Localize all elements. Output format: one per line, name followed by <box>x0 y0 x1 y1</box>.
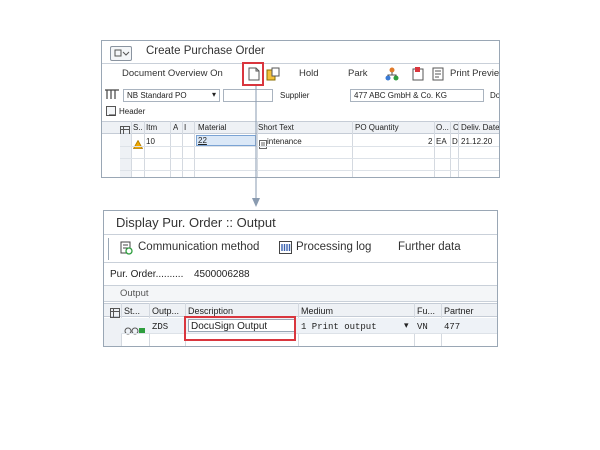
output-section-bar <box>104 285 497 302</box>
col-order-unit[interactable]: O... <box>436 123 449 132</box>
processing-log-button[interactable]: Processing log <box>296 241 371 253</box>
output-section-label: Output <box>120 288 149 299</box>
col-status[interactable]: S.. <box>133 123 143 132</box>
partner-value[interactable]: 477 <box>444 322 460 332</box>
category-value[interactable]: D <box>452 137 458 146</box>
processing-log-icon[interactable] <box>279 241 292 254</box>
tree-toggle-icon[interactable] <box>104 87 120 99</box>
col-description[interactable]: Description <box>188 306 233 316</box>
park-button[interactable]: Park <box>348 68 368 79</box>
col-function[interactable]: Fu... <box>417 306 435 316</box>
po-type-select[interactable]: NB Standard PO ▾ <box>123 89 220 102</box>
col-output-status[interactable]: St... <box>124 306 140 316</box>
deliv-date-value[interactable]: 21.12.20 <box>461 137 492 146</box>
output-title: Display Pur. Order :: Output <box>116 215 276 230</box>
menu-icon[interactable] <box>110 46 132 61</box>
page-title: Create Purchase Order <box>146 45 265 57</box>
quantity-value[interactable]: 2 <box>428 137 432 146</box>
supplier-field[interactable]: 477 ABC GmbH & Co. KG <box>350 89 484 102</box>
col-deliv-date[interactable]: Deliv. Date <box>461 123 499 132</box>
pur-order-value: 4500006288 <box>194 269 250 280</box>
output-row-selector[interactable] <box>104 318 121 346</box>
col-output-type[interactable]: Outp... <box>152 306 179 316</box>
supplier-label: Supplier <box>280 91 310 100</box>
col-item[interactable]: Itm <box>146 123 157 132</box>
po-number-field[interactable] <box>223 89 273 102</box>
communication-icon[interactable] <box>120 241 133 255</box>
print-preview-icon[interactable] <box>432 67 446 81</box>
expand-header-icon[interactable] <box>106 106 116 116</box>
doc-date-label: Do <box>490 91 500 100</box>
output-window: Display Pur. Order :: Output Communicati… <box>103 210 498 347</box>
col-medium[interactable]: Medium <box>301 306 333 316</box>
output-grid-settings-icon[interactable] <box>110 305 120 318</box>
document-overview-button[interactable]: Document Overview On <box>122 68 223 79</box>
other-document-icon[interactable] <box>266 67 280 81</box>
col-material[interactable]: Material <box>198 123 226 132</box>
header-section-label: Header <box>119 107 146 116</box>
output-type-value[interactable]: ZDS <box>152 322 168 332</box>
col-po-quantity[interactable]: PO Quantity <box>355 123 399 132</box>
further-data-button[interactable]: Further data <box>398 241 461 253</box>
create-po-window: Create Purchase Order Document Overview … <box>101 40 500 178</box>
description-highlight <box>184 316 296 341</box>
messages-icon[interactable] <box>411 67 425 81</box>
new-document-highlight <box>242 62 264 86</box>
col-short-text[interactable]: Short Text <box>258 123 294 132</box>
row-selector-column[interactable] <box>120 134 131 177</box>
communication-method-button[interactable]: Communication method <box>138 241 259 253</box>
col-partner[interactable]: Partner <box>444 306 474 316</box>
function-value[interactable]: VN <box>417 322 428 332</box>
toolbar-separator <box>108 238 109 260</box>
po-type-value: NB Standard PO <box>127 91 187 100</box>
material-value: 22 <box>198 136 207 145</box>
pur-order-label: Pur. Order.......... <box>110 269 184 280</box>
medium-value[interactable]: 1 Print output <box>301 322 377 332</box>
short-text-value[interactable]: intenance <box>267 137 302 146</box>
order-unit-value[interactable]: EA <box>436 137 447 146</box>
print-preview-button[interactable]: Print Previe <box>450 68 499 79</box>
grid-settings-icon[interactable] <box>120 123 130 136</box>
org-structure-icon[interactable] <box>385 67 399 81</box>
col-account[interactable]: A <box>173 123 178 132</box>
medium-chevron-down-icon[interactable]: ▾ <box>404 320 409 331</box>
item-number[interactable]: 10 <box>146 137 155 146</box>
chevron-down-icon: ▾ <box>211 90 216 99</box>
col-item-category[interactable]: I <box>184 123 186 132</box>
flow-arrow <box>252 86 260 207</box>
status-lights-icon <box>124 322 148 335</box>
supplier-value: 477 ABC GmbH & Co. KG <box>354 91 447 100</box>
hold-button[interactable]: Hold <box>299 68 319 79</box>
warning-icon <box>132 136 144 149</box>
